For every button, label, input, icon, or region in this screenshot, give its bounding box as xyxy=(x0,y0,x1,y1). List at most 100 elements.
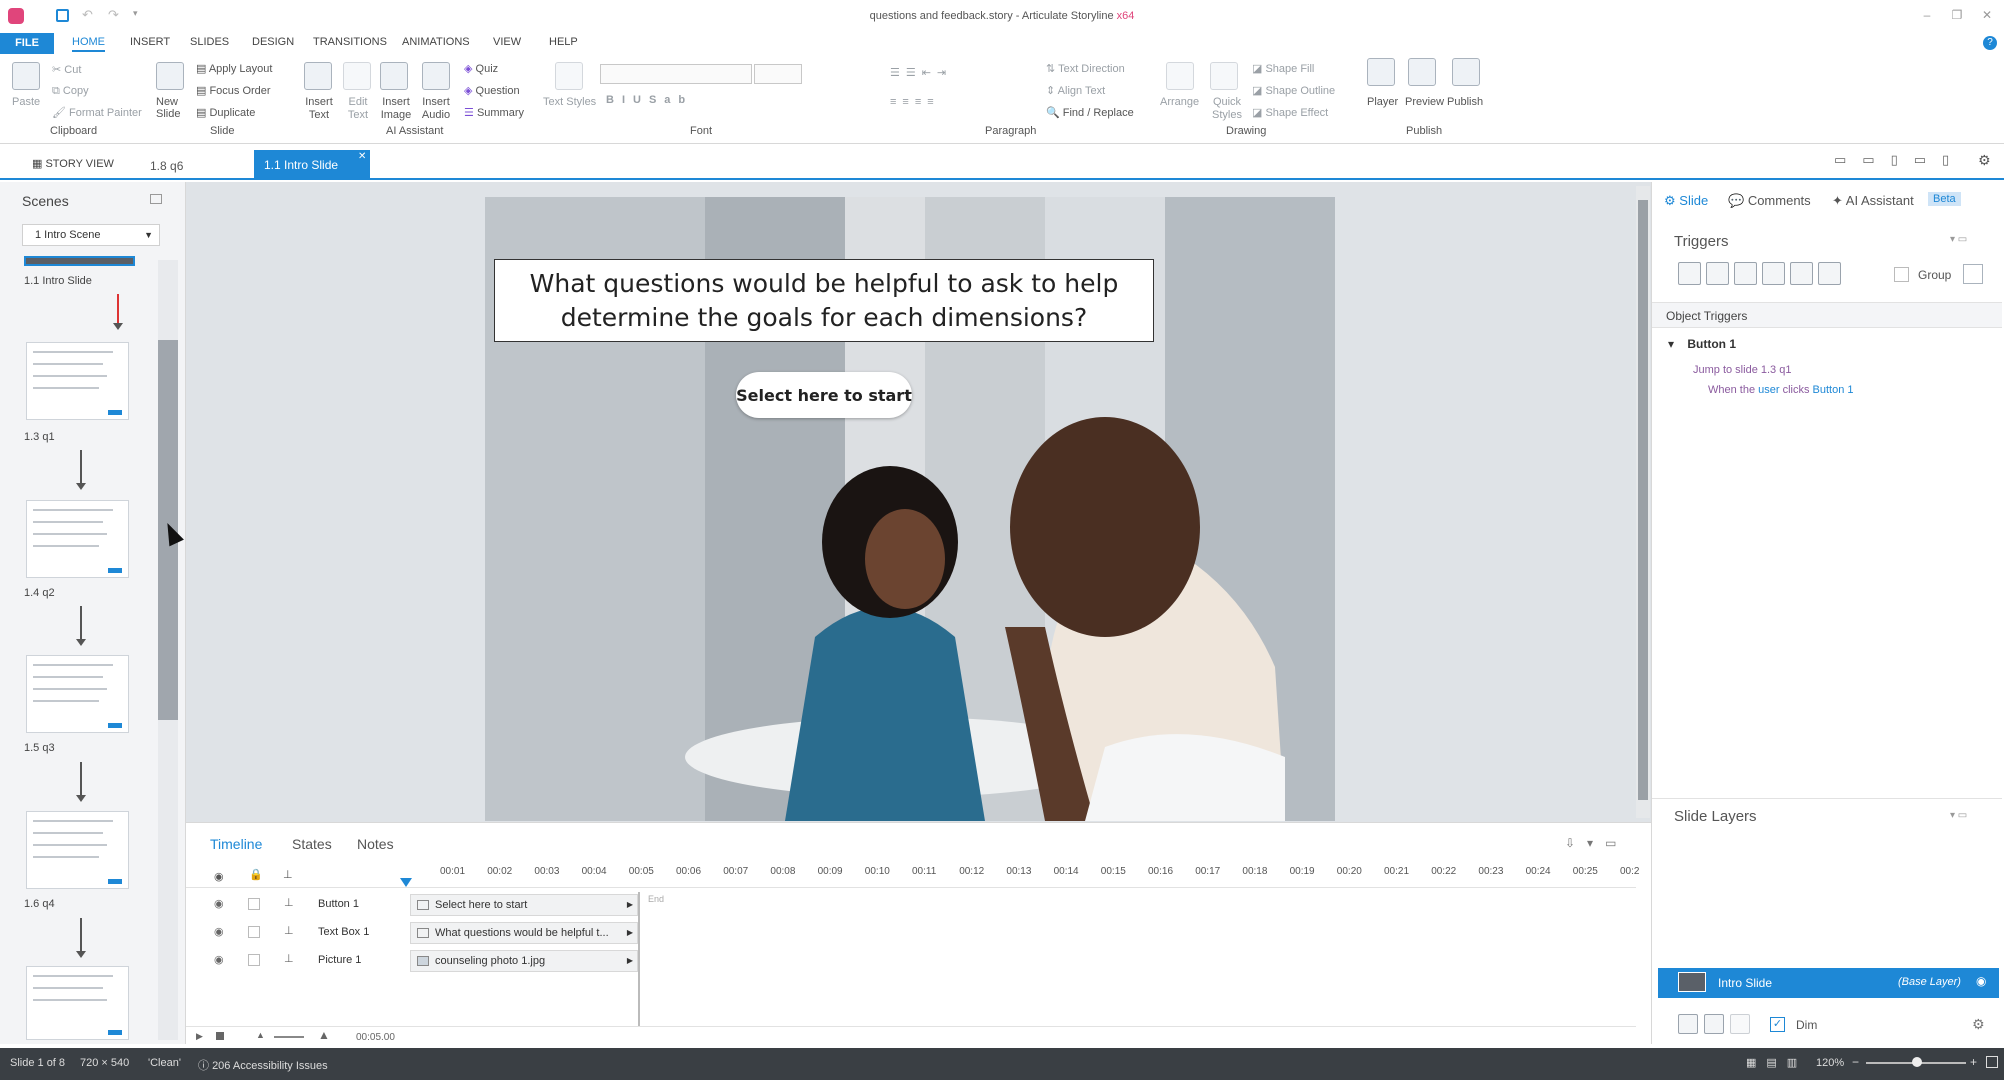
publish-button[interactable]: Publish xyxy=(1447,96,1483,108)
question-textbox[interactable]: What questions would be helpful to ask t… xyxy=(494,259,1154,342)
copy-button[interactable]: ⧉ Copy xyxy=(52,85,89,98)
edit-text-icon[interactable] xyxy=(343,62,371,90)
delete-layer-icon[interactable] xyxy=(1730,1014,1750,1034)
apply-layout-button[interactable]: ▤ Apply Layout xyxy=(196,62,272,75)
slide-thumb-q3[interactable] xyxy=(26,655,129,733)
font-family-select[interactable] xyxy=(600,64,752,84)
insert-audio-button[interactable]: Insert Audio xyxy=(418,96,454,122)
slide-thumb-q4[interactable] xyxy=(26,811,129,889)
timeline-row[interactable]: ◉ ⊥ Button 1 Select here to start ▶ xyxy=(186,892,1636,918)
playhead-marker[interactable] xyxy=(400,878,412,887)
row-bar[interactable]: What questions would be helpful t... ▶ xyxy=(410,922,638,944)
format-painter-button[interactable]: 🖌 Format Painter xyxy=(52,106,142,119)
scrollbar-thumb[interactable] xyxy=(1638,200,1648,800)
expand-arrow-icon[interactable]: ▶ xyxy=(627,951,633,971)
timeline-end-marker[interactable] xyxy=(638,892,640,1026)
trigger-action-link[interactable]: Jump to slide 1.3 q1 xyxy=(1693,364,1791,376)
slide-thumb-q2[interactable] xyxy=(26,500,129,578)
duplicate-button[interactable]: ▤ Duplicate xyxy=(196,106,255,119)
cut-button[interactable]: ✂ Cut xyxy=(52,63,81,76)
collapse-panel-icon[interactable] xyxy=(150,194,162,204)
group-checkbox[interactable] xyxy=(1894,267,1909,282)
find-replace-button[interactable]: 🔍 Find / Replace xyxy=(1046,106,1134,119)
trigger-condition[interactable]: When the user clicks Button 1 xyxy=(1708,384,1854,396)
trigger-toolbar[interactable] xyxy=(1678,262,1848,286)
publish-icon[interactable] xyxy=(1452,58,1480,86)
summary-button[interactable]: ☰ Summary xyxy=(464,106,524,119)
tab-insert[interactable]: INSERT xyxy=(130,36,170,48)
maximize-button[interactable]: ❐ xyxy=(1950,8,1964,22)
lock-checkbox[interactable] xyxy=(248,926,260,938)
delete-trigger-icon[interactable] xyxy=(1790,262,1813,285)
collapse-triggers-icon[interactable]: ▾ ▭ xyxy=(1950,234,1967,245)
zoom-out-button[interactable]: − xyxy=(1852,1055,1859,1069)
tab-home[interactable]: HOME xyxy=(72,36,105,52)
pin-icon[interactable]: ⊥ xyxy=(284,952,294,965)
lock-checkbox[interactable] xyxy=(248,898,260,910)
status-view-icons[interactable]: ▦▤▥ xyxy=(1746,1056,1807,1069)
row-bar[interactable]: counseling photo 1.jpg ▶ xyxy=(410,950,638,972)
lock-header-icon[interactable]: 🔒 xyxy=(249,868,263,881)
accessibility-issues[interactable]: ⓘ 206 Accessibility Issues xyxy=(198,1057,328,1073)
story-view-tab[interactable]: ▦ STORY VIEW xyxy=(32,157,114,170)
pin-icon[interactable]: ⊥ xyxy=(284,896,294,909)
tab-help[interactable]: HELP xyxy=(549,36,578,48)
minimize-button[interactable]: – xyxy=(1920,8,1934,22)
shape-outline-button[interactable]: ◪ Shape Outline xyxy=(1252,84,1335,97)
slide-thumb-q1[interactable] xyxy=(26,342,129,420)
copy-trigger-icon[interactable] xyxy=(1734,262,1757,285)
trigger-button-1[interactable]: ▾ Button 1 xyxy=(1668,337,1736,351)
paste-icon[interactable] xyxy=(12,62,40,90)
close-tab-icon[interactable]: ✕ xyxy=(358,151,366,162)
row-bar[interactable]: Select here to start ▶ xyxy=(410,894,638,916)
close-button[interactable]: ✕ xyxy=(1980,8,1994,22)
question-button[interactable]: ◈ Question xyxy=(464,84,520,97)
pin-icon[interactable]: ⊥ xyxy=(284,924,294,937)
zoom-slider-thumb[interactable] xyxy=(1912,1057,1922,1067)
font-format-tools[interactable]: BIUSab xyxy=(606,94,693,106)
preview-icon[interactable] xyxy=(1408,58,1436,86)
tab-slide-properties[interactable]: ⚙ Slide xyxy=(1664,193,1708,209)
insert-image-button[interactable]: Insert Image xyxy=(378,96,414,122)
pin-header-icon[interactable]: ⊥ xyxy=(283,868,293,881)
align-tools[interactable]: ≡≡≡≡ xyxy=(890,96,940,108)
player-icon[interactable] xyxy=(1367,58,1395,86)
tab-view[interactable]: VIEW xyxy=(493,36,521,48)
duplicate-layer-icon[interactable] xyxy=(1704,1014,1724,1034)
collapse-layers-icon[interactable]: ▾ ▭ xyxy=(1950,810,1967,821)
tab-states[interactable]: States xyxy=(292,836,332,852)
quick-styles-icon[interactable] xyxy=(1210,62,1238,90)
fit-to-window-icon[interactable] xyxy=(1986,1056,1998,1068)
arrange-button[interactable]: Arrange xyxy=(1160,96,1199,108)
player-button[interactable]: Player xyxy=(1367,96,1398,108)
play-icon[interactable]: ▶ xyxy=(196,1031,203,1042)
insert-text-button[interactable]: Insert Text xyxy=(303,96,335,122)
slide-thumb-next[interactable] xyxy=(26,966,129,1040)
timeline-zoom-slider[interactable] xyxy=(274,1036,304,1038)
tab-comments[interactable]: 💬 Comments xyxy=(1728,193,1811,209)
quick-styles-button[interactable]: Quick Styles xyxy=(1210,96,1244,122)
new-layer-icon[interactable] xyxy=(1678,1014,1698,1034)
zoom-level[interactable]: 120% xyxy=(1816,1057,1844,1069)
timeline-options-icons[interactable]: ⇩▾▭ xyxy=(1565,836,1628,850)
help-icon[interactable]: ? xyxy=(1983,36,1997,50)
shape-fill-button[interactable]: ◪ Shape Fill xyxy=(1252,62,1314,75)
preview-button[interactable]: Preview xyxy=(1405,96,1444,108)
focus-order-button[interactable]: ▤ Focus Order xyxy=(196,84,271,97)
tab-slides[interactable]: SLIDES xyxy=(190,36,229,48)
zoom-in-button[interactable]: + xyxy=(1970,1055,1977,1069)
move-trigger-icon[interactable] xyxy=(1818,262,1841,285)
view-mode-icons[interactable]: ▭▭▯▭▯ xyxy=(1834,152,1965,168)
tab-file[interactable]: FILE xyxy=(0,33,54,54)
base-layer-row[interactable]: Intro Slide (Base Layer) ◉ xyxy=(1658,968,1999,998)
text-direction-button[interactable]: ⇅ Text Direction xyxy=(1046,62,1125,75)
expand-arrow-icon[interactable]: ▶ xyxy=(627,923,633,943)
tab-animations[interactable]: ANIMATIONS xyxy=(402,36,470,48)
new-slide-button[interactable]: New Slide xyxy=(156,96,192,120)
scenes-scrollbar[interactable] xyxy=(158,260,178,1040)
insert-image-icon[interactable] xyxy=(380,62,408,90)
tab-design[interactable]: DESIGN xyxy=(252,36,294,48)
tab-ai-assistant[interactable]: ✦ AI Assistant xyxy=(1832,193,1914,209)
expand-arrow-icon[interactable]: ▶ xyxy=(627,895,633,915)
visibility-header-icon[interactable]: ◉ xyxy=(214,870,224,883)
